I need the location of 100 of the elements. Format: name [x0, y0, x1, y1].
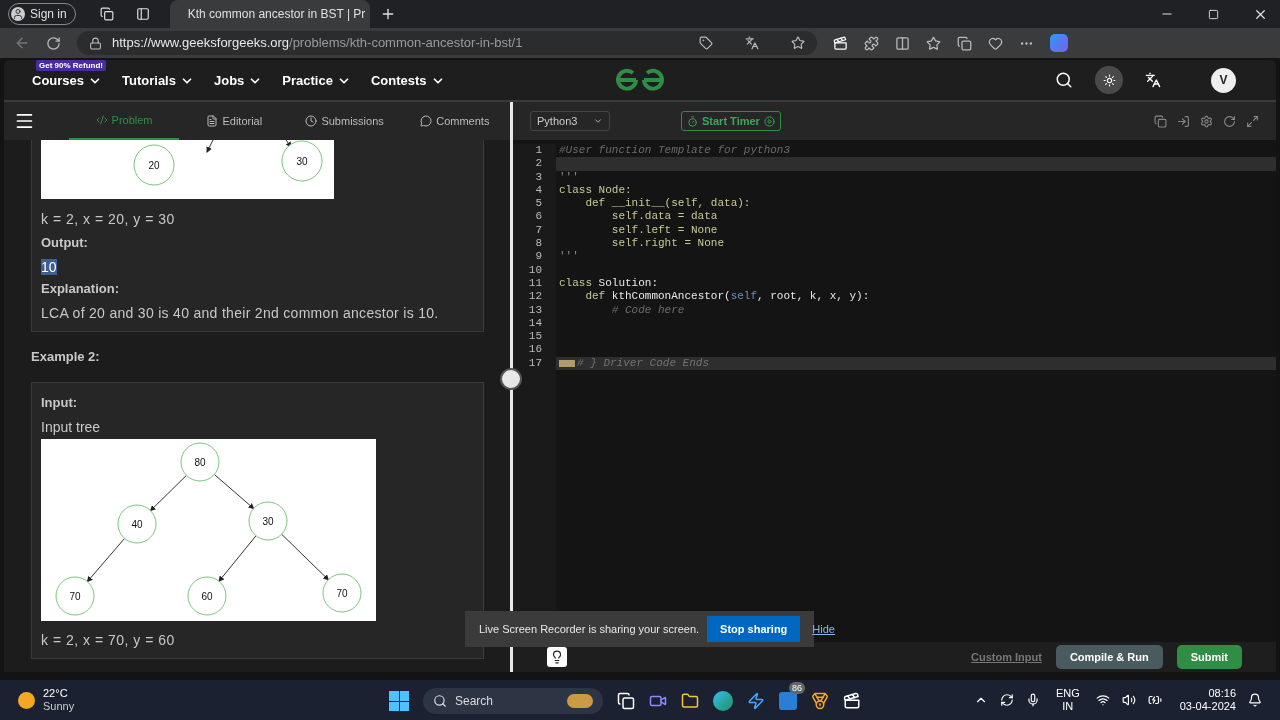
settings-icon[interactable]	[1200, 114, 1213, 128]
clock-icon	[305, 115, 318, 127]
fullscreen-icon[interactable]	[1246, 114, 1259, 128]
fold-marker-icon[interactable]	[559, 359, 575, 367]
reset-icon[interactable]	[1223, 114, 1236, 128]
hide-link[interactable]: Hide	[812, 620, 835, 638]
taskbar-search-field[interactable]: Search	[423, 688, 603, 714]
input-language[interactable]: ENG IN	[1055, 687, 1080, 713]
custom-input-link[interactable]: Custom Input	[971, 648, 1042, 666]
tree-edge-arrow	[281, 533, 330, 581]
caret-icon	[593, 116, 603, 126]
tree-edge-arrow	[218, 535, 257, 583]
timer-icon	[687, 115, 698, 127]
problem-tab[interactable]: Editorial	[179, 102, 290, 140]
site-logo[interactable]	[614, 68, 666, 92]
code-text: class Node:	[559, 183, 632, 198]
weather-text: Sunny	[43, 700, 75, 713]
clock-time: 08:16	[1207, 687, 1236, 700]
submit-button[interactable]: Submit	[1176, 645, 1242, 669]
workspaces-icon[interactable]	[99, 7, 114, 21]
explanation-label: Explanation:	[41, 280, 120, 298]
task-view-icon[interactable]	[617, 692, 635, 710]
line-number: 16	[527, 343, 542, 357]
language-select[interactable]: Python3	[530, 111, 610, 131]
problem-tab[interactable]: Comments	[399, 102, 510, 140]
split-screen-icon[interactable]	[895, 35, 910, 51]
tree-node: 60	[187, 576, 227, 616]
user-avatar[interactable]: V	[1211, 67, 1236, 93]
translate-icon[interactable]	[1145, 72, 1161, 88]
import-icon[interactable]	[1177, 114, 1190, 128]
nav-menu[interactable]: Courses	[32, 71, 103, 91]
code-text: self.left = None	[610, 223, 718, 238]
address-field[interactable]: https://www.geeksforgeeks.org/problems/kth-common-ancestor-in-bst/1	[77, 31, 817, 55]
folder-icon[interactable]	[681, 692, 699, 710]
toast-message: Live Screen Recorder is sharing your screen.	[479, 621, 700, 637]
nav-menu[interactable]: Jobs	[213, 71, 263, 91]
clapperboard-icon[interactable]	[843, 692, 861, 710]
code-text: '''	[559, 170, 579, 184]
chat-icon	[420, 115, 433, 127]
line-number: 11	[527, 276, 542, 291]
tree-edge-arrow	[285, 140, 292, 148]
example-input-text: k = 2, x = 70, y = 60	[41, 631, 176, 650]
tree-node: 20	[133, 144, 175, 186]
notifications-icon[interactable]	[1248, 693, 1262, 707]
tree-node: 70	[55, 576, 95, 616]
tree-edge-arrow	[149, 474, 187, 512]
star-icon[interactable]	[791, 36, 805, 50]
hint-button[interactable]	[547, 647, 567, 667]
tab-panel-icon[interactable]	[135, 7, 150, 21]
line-number: 8	[534, 237, 542, 251]
medal-icon[interactable]	[811, 692, 829, 710]
code-text: self.data = data	[610, 210, 718, 224]
output-value: 10	[41, 259, 57, 275]
user-icon	[11, 7, 25, 21]
line-number: 2	[534, 157, 542, 171]
code-text: # } Driver Code Ends	[577, 356, 710, 371]
lock-icon	[89, 36, 102, 50]
battery-icon[interactable]	[1147, 693, 1162, 707]
tree-edge-arrow	[213, 473, 255, 510]
back-icon[interactable]	[14, 35, 30, 51]
theme-toggle-button[interactable]	[1095, 66, 1123, 94]
line-number: 3	[534, 170, 542, 184]
line-number: 12	[527, 290, 542, 304]
wifi-icon[interactable]	[1095, 693, 1110, 707]
line-number: 1	[534, 144, 542, 158]
line-number: 5	[534, 197, 542, 211]
temperature-text: 22°C	[43, 687, 69, 700]
refresh-icon[interactable]	[46, 35, 61, 51]
clapperboard-icon[interactable]	[833, 35, 848, 51]
search-icon[interactable]	[1055, 71, 1073, 89]
nav-menu[interactable]: Contests	[370, 71, 445, 91]
sun-icon[interactable]	[18, 691, 35, 709]
example-input-text: k = 2, x = 20, y = 30	[41, 210, 176, 229]
compile-run-button[interactable]: Compile & Run	[1055, 645, 1163, 669]
nav-menu[interactable]: Practice	[282, 71, 351, 91]
stop-sharing-button[interactable]: Stop sharing	[707, 616, 801, 642]
heart-icon[interactable]	[988, 35, 1003, 51]
search-icon	[433, 694, 447, 708]
tag-icon[interactable]	[699, 36, 713, 50]
start-timer-button[interactable]: Start Timer	[681, 111, 781, 131]
browser-tab[interactable]: Kth common ancestor in BST | Pr	[169, 0, 370, 28]
collections-icon[interactable]	[957, 35, 972, 51]
code-text: self.right = None	[610, 237, 725, 251]
nav-menu[interactable]: Tutorials	[122, 71, 194, 91]
volume-icon[interactable]	[1121, 693, 1136, 707]
extensions-icon[interactable]	[864, 35, 879, 51]
explanation-text: LCA of 20 and 30 is 40 and their 2nd common ancestor is 10.	[41, 304, 440, 323]
lightning-icon[interactable]	[747, 692, 765, 710]
code-text: def	[584, 290, 607, 304]
notification-badge: 86	[789, 682, 805, 694]
favorites-icon[interactable]	[926, 35, 941, 51]
copy-icon[interactable]	[1154, 114, 1167, 128]
code-text: '''	[559, 250, 579, 264]
windows-start-icon[interactable]	[389, 691, 409, 711]
code-text: def __init__(self, data):	[584, 197, 751, 211]
input-description: Input tree	[41, 418, 102, 437]
problem-tab[interactable]: Submissions	[289, 102, 400, 140]
sync-icon[interactable]	[999, 693, 1014, 707]
restore-icon[interactable]	[1208, 8, 1219, 20]
microphone-icon[interactable]	[1025, 693, 1040, 707]
